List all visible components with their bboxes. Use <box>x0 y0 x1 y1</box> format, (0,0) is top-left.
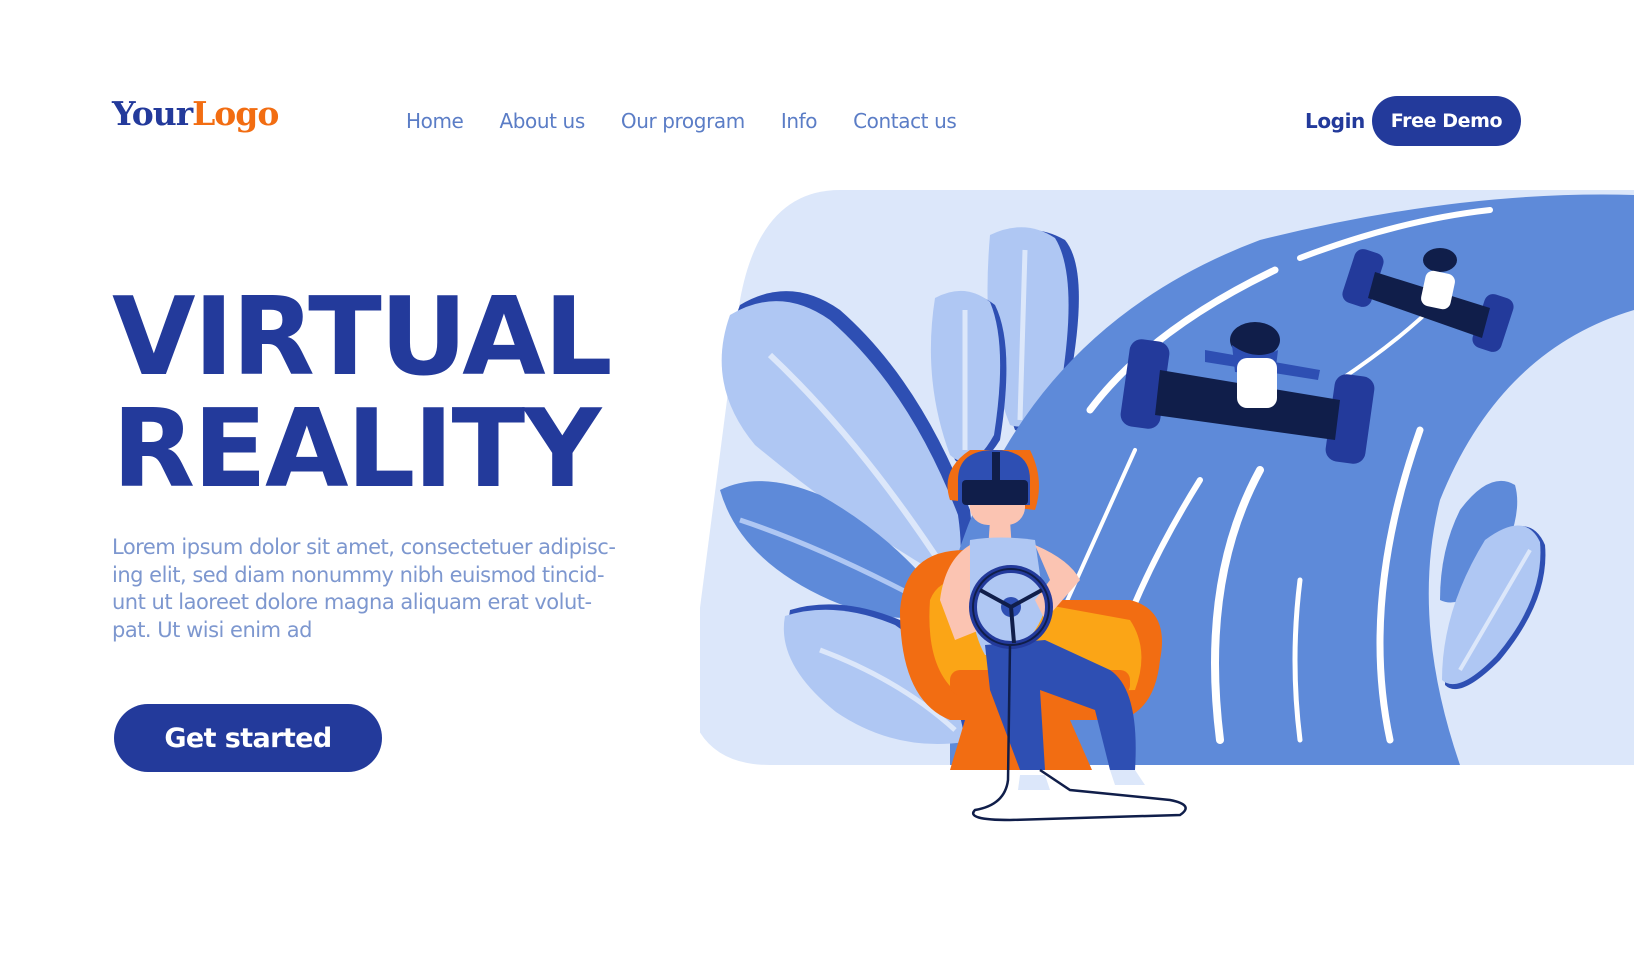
free-demo-button[interactable]: Free Demo <box>1372 96 1521 146</box>
nav-contact-us[interactable]: Contact us <box>853 106 957 136</box>
vr-racing-illustration <box>700 190 1634 822</box>
main-nav: Home About us Our program Info Contact u… <box>406 106 992 136</box>
login-link[interactable]: Login <box>1305 106 1365 136</box>
hero-title-line-2: REALITY <box>112 387 601 512</box>
hero-description: Lorem ipsum dolor sit amet, consectetuer… <box>112 534 632 644</box>
nav-info[interactable]: Info <box>781 106 818 136</box>
hero-description-line-3: unt ut laoreet dolore magna aliquam erat… <box>112 590 592 614</box>
logo[interactable]: YourLogo <box>112 94 279 134</box>
nav-home[interactable]: Home <box>406 106 464 136</box>
hero-title: VIRTUAL REALITY <box>112 275 613 512</box>
hero-description-line-2: ing elit, sed diam nonummy nibh euismod … <box>112 562 605 587</box>
hero-description-line-1: Lorem ipsum dolor sit amet, consectetuer… <box>112 535 616 559</box>
nav-about-us[interactable]: About us <box>499 106 585 136</box>
hero-description-line-4: pat. Ut wisi enim ad <box>112 617 312 642</box>
get-started-button[interactable]: Get started <box>114 704 382 772</box>
logo-part-logo: Logo <box>192 94 279 133</box>
hero-title-line-1: VIRTUAL <box>112 275 613 400</box>
nav-our-program[interactable]: Our program <box>621 106 745 136</box>
vr-headset-icon <box>958 450 1030 505</box>
logo-part-your: Your <box>112 94 193 133</box>
